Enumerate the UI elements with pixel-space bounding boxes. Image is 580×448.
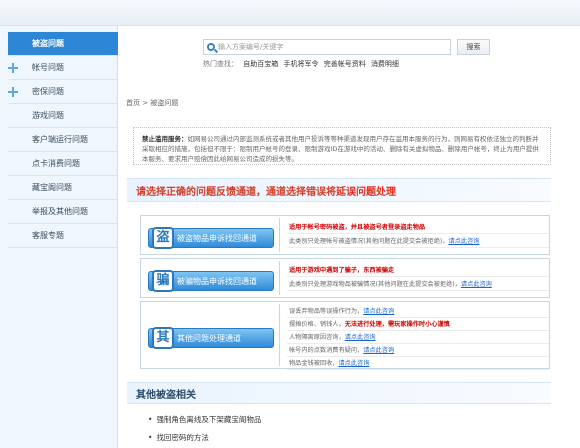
consult-link[interactable]: 请点此咨询: [363, 306, 394, 315]
hot-link[interactable]: 完善帐号资料: [324, 60, 366, 68]
sidebar-item-client[interactable]: 客户端运行问题: [8, 128, 118, 152]
plus-icon: [7, 62, 19, 74]
channel-details: 适用于游戏中遇到了骗子，东西被骗走 此类别只处理游戏物品被骗情况(其他问题在此提…: [287, 259, 549, 297]
breadcrumb: 首页 > 被盗问题: [126, 99, 179, 107]
hot-link[interactable]: 消费明细: [371, 60, 399, 68]
channel-label: 被骗物品申诉找回通道: [177, 276, 257, 286]
related-heading: 其他被盗相关: [127, 382, 551, 404]
other-badge: 其: [152, 327, 174, 349]
consult-link[interactable]: 请点此咨询: [363, 345, 394, 354]
sidebar-item-label: 密保问题: [32, 87, 64, 96]
sidebar-item-support[interactable]: 客服专题: [8, 224, 118, 248]
channel-details: 适用于帐号密码被盗，并且被盗号者登录盗走物品 此类别只处理帐号被盗情况(其他问题…: [287, 216, 549, 254]
sidebar-item-label: 藏宝阁问题: [32, 183, 72, 192]
related-link[interactable]: 找回密码的方法: [148, 432, 398, 443]
line-text: 物品金钱被回收，: [289, 360, 339, 367]
fraud-badge: 骗: [152, 270, 174, 292]
top-bar: [0, 0, 580, 26]
channel-line: 摆摊价格、销钱人， 无法进行处理，需玩家操作时小心谨慎: [287, 317, 549, 331]
search-button[interactable]: 搜索: [457, 39, 490, 55]
notice-title: 禁止滥用服务：: [142, 135, 188, 143]
channel-line: 人物隔离原因咨询， 请点此咨询: [287, 330, 549, 344]
channel-label: 其他问题处理通道: [177, 333, 241, 343]
consult-link[interactable]: 请点此咨询: [449, 236, 480, 245]
sidebar-item-billing[interactable]: 点卡消费问题: [8, 152, 118, 176]
line-text: 帐号内的点数消费有疑问，: [289, 347, 364, 354]
sidebar: 被盗问题 帐号问题 密保问题 游戏问题 客户端运行问题 点卡消费问题 藏宝阁问题…: [0, 26, 118, 448]
channel-line: 适用于帐号密码被盗，并且被盗号者登录盗走物品: [287, 220, 549, 234]
theft-badge: 盗: [152, 227, 174, 249]
channel-tile: 其 其他问题处理通道: [143, 304, 280, 366]
sidebar-item-label: 帐号问题: [32, 63, 64, 72]
sidebar-item-security[interactable]: 密保问题: [8, 80, 118, 104]
line-text: 人物隔离原因咨询，: [289, 334, 345, 341]
sidebar-item-treasure[interactable]: 藏宝阁问题: [8, 176, 118, 200]
heading-prefix: 请选择正确的问题反馈通道，通道选择错误将: [136, 186, 336, 198]
channel-label: 被盗物品申诉找回通道: [177, 233, 257, 243]
related-link[interactable]: 强制角色离线及下架藏宝阁物品: [148, 414, 398, 425]
theft-channel-button[interactable]: 盗 被盗物品申诉找回通道: [148, 227, 274, 249]
search-icon: [207, 43, 215, 51]
sidebar-item-report[interactable]: 举报及其他问题: [8, 200, 118, 224]
sidebar-item-account[interactable]: 帐号问题: [8, 56, 118, 80]
channel-selection-heading: 请选择正确的问题反馈通道，通道选择错误将 延误问题处理: [127, 178, 551, 202]
line-red: 适用于游戏中遇到了骗子，东西被骗走: [289, 267, 395, 274]
notice-text: 如网易公司通过内部监测系统或者其他用户投诉等等种渠道发现用户存在滥用本服务的行为…: [142, 135, 539, 163]
sidebar-item-label: 被盗问题: [32, 39, 64, 48]
sidebar-item-label: 举报及其他问题: [32, 207, 88, 216]
channel-line: 误丢弃物品等误操作行为， 请点此咨询: [287, 304, 549, 318]
sidebar-item-label: 点卡消费问题: [32, 159, 80, 168]
line-text: 此类别只处理游戏物品被骗情况(其他问题在此提交会被拒绝)，: [289, 281, 461, 288]
sidebar-item-label: 客服专题: [32, 231, 64, 240]
notice-box: 禁止滥用服务：如网易公司通过内部监测系统或者其他用户投诉等等种渠道发现用户存在滥…: [133, 127, 551, 165]
channel-details: 误丢弃物品等误操作行为， 请点此咨询 摆摊价格、销钱人， 无法进行处理，需玩家操作时…: [287, 302, 549, 370]
channel-line: 帐号内的点数消费有疑问， 请点此咨询: [287, 343, 549, 357]
line-text: 此类别只处理帐号被盗情况(其他问题在此提交会被拒绝)，: [289, 238, 449, 245]
consult-link[interactable]: 请点此咨询: [461, 279, 492, 288]
channel-tile: 骗 被骗物品申诉找回通道: [143, 261, 280, 295]
plus-icon: [7, 86, 19, 98]
line-text: 误丢弃物品等误操作行为，: [289, 308, 364, 315]
sidebar-item-theft[interactable]: 被盗问题: [8, 32, 118, 56]
hot-search: 热门查找： 自助百宝箱 手机将军令 完善帐号资料 消费明细: [203, 59, 399, 69]
hot-link[interactable]: 手机将军令: [283, 60, 318, 68]
search-placeholder: 输入方案编号/关键字: [218, 43, 284, 51]
other-channel-button[interactable]: 其 其他问题处理通道: [148, 327, 274, 349]
line-red: 适用于帐号密码被盗，并且被盗号者登录盗走物品: [289, 224, 426, 231]
fraud-channel-button[interactable]: 骗 被骗物品申诉找回通道: [148, 270, 274, 292]
consult-link[interactable]: 请点此咨询: [345, 332, 376, 341]
sidebar-item-game[interactable]: 游戏问题: [8, 104, 118, 128]
channel-line: 适用于游戏中遇到了骗子，东西被骗走: [287, 263, 549, 277]
channel-line: 此类别只处理帐号被盗情况(其他问题在此提交会被拒绝)， 请点此咨询: [287, 234, 549, 248]
search-input[interactable]: 输入方案编号/关键字: [203, 39, 451, 55]
channel-tile: 盗 被盗物品申诉找回通道: [143, 218, 280, 252]
sidebar-item-label: 客户端运行问题: [32, 135, 88, 144]
hot-label: 热门查找：: [203, 60, 238, 68]
sidebar-item-label: 游戏问题: [32, 111, 64, 120]
hot-link[interactable]: 自助百宝箱: [243, 60, 278, 68]
line-red: 无法进行处理，需玩家操作时小心谨慎: [344, 321, 450, 328]
other-channel-panel: 其 其他问题处理通道 误丢弃物品等误操作行为， 请点此咨询 摆摊价格、销钱人， 无法…: [140, 301, 550, 370]
fraud-channel-panel: 骗 被骗物品申诉找回通道 适用于游戏中遇到了骗子，东西被骗走 此类别只处理游戏物…: [140, 258, 550, 298]
channel-line: 此类别只处理游戏物品被骗情况(其他问题在此提交会被拒绝)， 请点此咨询: [287, 277, 549, 291]
heading-highlight: 延误问题处理: [336, 186, 396, 198]
line-text: 摆摊价格、销钱人，: [289, 321, 345, 328]
consult-link[interactable]: 请点此咨询: [339, 358, 370, 367]
theft-channel-panel: 盗 被盗物品申诉找回通道 适用于帐号密码被盗，并且被盗号者登录盗走物品 此类别只…: [140, 215, 550, 255]
channel-line: 物品金钱被回收， 请点此咨询: [287, 356, 549, 370]
